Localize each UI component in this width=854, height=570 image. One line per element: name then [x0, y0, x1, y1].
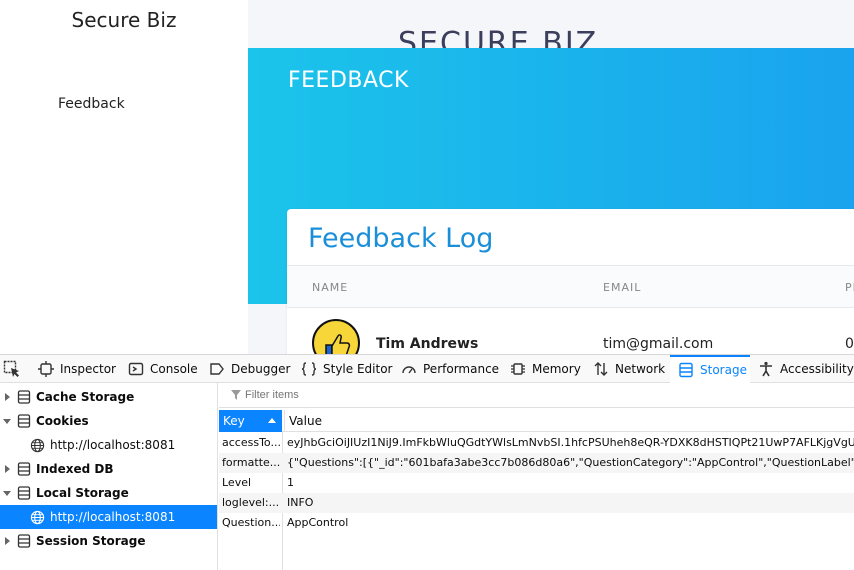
debugger-icon [210, 363, 224, 375]
network-icon [594, 362, 608, 376]
tree-label: Session Storage [36, 534, 146, 548]
card-title: Feedback Log [308, 223, 494, 254]
memory-icon [511, 363, 525, 375]
table-row[interactable]: accessTo... eyJhbGciOiJIUzI1NiJ9.ImFkbWl… [219, 433, 854, 453]
table-header: Key Value [219, 410, 854, 432]
row-key: accessTo... [222, 436, 280, 449]
tab-performance[interactable]: Performance [401, 355, 499, 383]
storage-icon [17, 414, 31, 428]
hero-title: FEEDBACK [288, 68, 409, 93]
tab-memory-label: Memory [532, 362, 581, 376]
tab-style-editor-label: Style Editor [323, 362, 393, 376]
main-content: SECURE BIZ FEEDBACK Feedback Log NAME EM… [248, 0, 854, 354]
tab-debugger-label: Debugger [231, 362, 291, 376]
tab-console-label: Console [150, 362, 198, 376]
column-header-key[interactable]: Key [219, 410, 282, 432]
devtools-toolbar: Inspector Console Debugger Style Editor … [0, 355, 854, 383]
tree-item-local-storage-localhost[interactable]: http://localhost:8081 [0, 505, 217, 529]
row-email: tim@gmail.com [603, 336, 714, 352]
tree-item-session-storage[interactable]: Session Storage [0, 529, 217, 553]
tab-style-editor[interactable]: Style Editor [301, 355, 392, 383]
tree-item-cache-storage[interactable]: Cache Storage [0, 385, 217, 409]
expand-arrow-icon[interactable] [5, 537, 10, 545]
storage-table-pane: Key Value accessTo... eyJhbGciOiJIUzI1Ni… [219, 383, 854, 570]
tab-accessibility-label: Accessibility [780, 362, 854, 376]
tab-performance-label: Performance [423, 362, 500, 376]
tree-item-cookies-localhost[interactable]: http://localhost:8081 [0, 433, 217, 457]
row-phone: 02 [845, 336, 854, 352]
row-key: loglevel:... [222, 496, 280, 509]
tab-inspector-label: Inspector [60, 362, 116, 376]
tab-inspector[interactable]: Inspector [38, 355, 116, 383]
tree-item-cookies[interactable]: Cookies [0, 409, 217, 433]
table-row[interactable]: formatte... {"Questions":[{"_id":"601baf… [219, 453, 854, 473]
filter-input[interactable] [229, 386, 629, 404]
column-header-name: NAME [312, 281, 349, 294]
table-header: NAME EMAIL PH [287, 266, 854, 308]
row-value: AppControl [287, 516, 349, 529]
row-key: Question... [222, 516, 280, 529]
feedback-log-card: Feedback Log NAME EMAIL PH Tim Andrews t… [287, 209, 854, 354]
storage-icon [17, 462, 31, 476]
tree-label: http://localhost:8081 [50, 438, 176, 452]
tab-network[interactable]: Network [593, 355, 665, 383]
accessibility-icon [760, 361, 772, 377]
storage-icon [679, 362, 693, 378]
collapse-arrow-icon[interactable] [3, 490, 11, 496]
column-header-email: EMAIL [603, 281, 642, 294]
table-row[interactable]: loglevel:... INFO [219, 493, 854, 513]
row-name: Tim Andrews [376, 336, 479, 352]
tree-item-indexed-db[interactable]: Indexed DB [0, 457, 217, 481]
storage-tree: Cache Storage Cookies http://localhost:8… [0, 383, 218, 570]
tab-accessibility[interactable]: Accessibility [758, 355, 854, 383]
tab-console[interactable]: Console [128, 355, 198, 383]
row-value: INFO [287, 496, 314, 509]
globe-icon [30, 438, 45, 452]
row-value: {"Questions":[{"_id":"601bafa3abe3cc7b08… [287, 456, 854, 469]
storage-icon [17, 534, 31, 548]
globe-icon [30, 510, 45, 524]
sidebar-item-feedback[interactable]: Feedback [58, 96, 125, 112]
row-key: Level [222, 476, 252, 489]
filter-bar [219, 383, 854, 408]
style-editor-icon [301, 362, 317, 376]
tab-memory[interactable]: Memory [510, 355, 581, 383]
row-value: 1 [287, 476, 294, 489]
sidebar-brand: Secure Biz [71, 8, 177, 32]
tree-item-local-storage[interactable]: Local Storage [0, 481, 217, 505]
tab-storage[interactable]: Storage [670, 355, 750, 383]
expand-arrow-icon[interactable] [5, 393, 10, 401]
tree-label: Indexed DB [36, 462, 114, 476]
sort-ascending-icon [268, 418, 276, 423]
tree-label: http://localhost:8081 [50, 510, 176, 524]
table-row[interactable]: Level 1 [219, 473, 854, 493]
storage-icon [17, 486, 31, 500]
inspector-icon [38, 361, 54, 377]
column-header-value[interactable]: Value [284, 410, 322, 432]
table-row[interactable]: Question... AppControl [219, 513, 854, 533]
tree-label: Local Storage [36, 486, 129, 500]
row-key: formatte... [222, 456, 280, 469]
tab-network-label: Network [615, 362, 666, 376]
performance-icon [402, 366, 416, 374]
element-picker-icon[interactable] [3, 360, 21, 382]
sidebar: Secure Biz Feedback [0, 0, 248, 354]
tab-storage-label: Storage [700, 363, 747, 377]
tab-debugger[interactable]: Debugger [209, 355, 290, 383]
devtools-panel: Inspector Console Debugger Style Editor … [0, 354, 854, 570]
tree-label: Cache Storage [36, 390, 135, 404]
column-header-key-label: Key [223, 414, 245, 428]
thumbs-up-icon [312, 319, 360, 354]
column-header-phone: PH [845, 281, 854, 294]
collapse-arrow-icon[interactable] [3, 418, 11, 424]
tree-label: Cookies [36, 414, 89, 428]
expand-arrow-icon[interactable] [5, 465, 10, 473]
row-value: eyJhbGciOiJIUzI1NiJ9.ImFkbWluQGdtYWlsLmN… [287, 436, 854, 449]
console-icon [128, 362, 144, 376]
storage-icon [17, 390, 31, 404]
